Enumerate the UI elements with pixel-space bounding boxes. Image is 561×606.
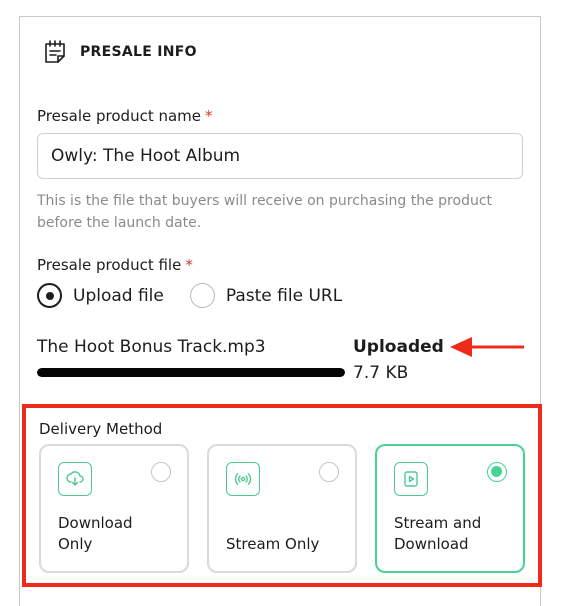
delivery-option-download-only[interactable]: Download Only [39,444,189,573]
upload-progress-fill [37,368,345,377]
stream-only-radio[interactable] [319,462,339,482]
delivery-method-label: Delivery Method [39,420,163,438]
delivery-option-stream-only[interactable]: Stream Only [207,444,357,573]
paste-url-option[interactable]: Paste file URL [189,283,343,308]
upload-file-option[interactable]: Upload file [37,283,164,308]
broadcast-icon [226,462,260,496]
file-size: 7.7 KB [353,363,409,383]
product-name-label: Presale product name * [37,107,213,125]
paste-url-radio[interactable] [189,283,215,308]
upload-file-label: Upload file [73,285,164,306]
uploaded-file-name: The Hoot Bonus Track.mp3 [37,337,266,357]
download-only-radio[interactable] [151,462,171,482]
paste-url-label: Paste file URL [225,285,343,306]
stream-and-download-radio[interactable] [487,462,507,482]
document-note-icon [40,37,70,67]
download-only-label: Download Only [58,514,133,553]
file-source-radio-group: Upload file Paste file URL [37,283,368,308]
stream-and-download-label: Stream and Download [394,514,482,553]
presale-info-panel: PRESALE INFO Presale product name * Owly:… [19,16,542,606]
annotation-arrow-icon [450,337,524,357]
delivery-option-stream-and-download[interactable]: Stream and Download [375,444,525,573]
upload-progress-bar [37,368,345,377]
upload-status: Uploaded [353,337,444,357]
play-file-icon [394,462,428,496]
required-mark: * [205,107,213,125]
download-cloud-icon [58,462,92,496]
product-name-help-text: This is the file that buyers will receiv… [37,193,493,231]
product-name-input[interactable]: Owly: The Hoot Album [37,133,523,179]
section-header: PRESALE INFO [40,37,197,67]
delivery-method-section: Delivery Method Download Only Stream Onl… [22,404,542,587]
product-file-label: Presale product file * [37,256,193,274]
upload-file-radio[interactable] [37,283,62,308]
required-mark: * [185,256,193,274]
section-title: PRESALE INFO [80,44,197,60]
stream-only-label: Stream Only [226,535,320,553]
